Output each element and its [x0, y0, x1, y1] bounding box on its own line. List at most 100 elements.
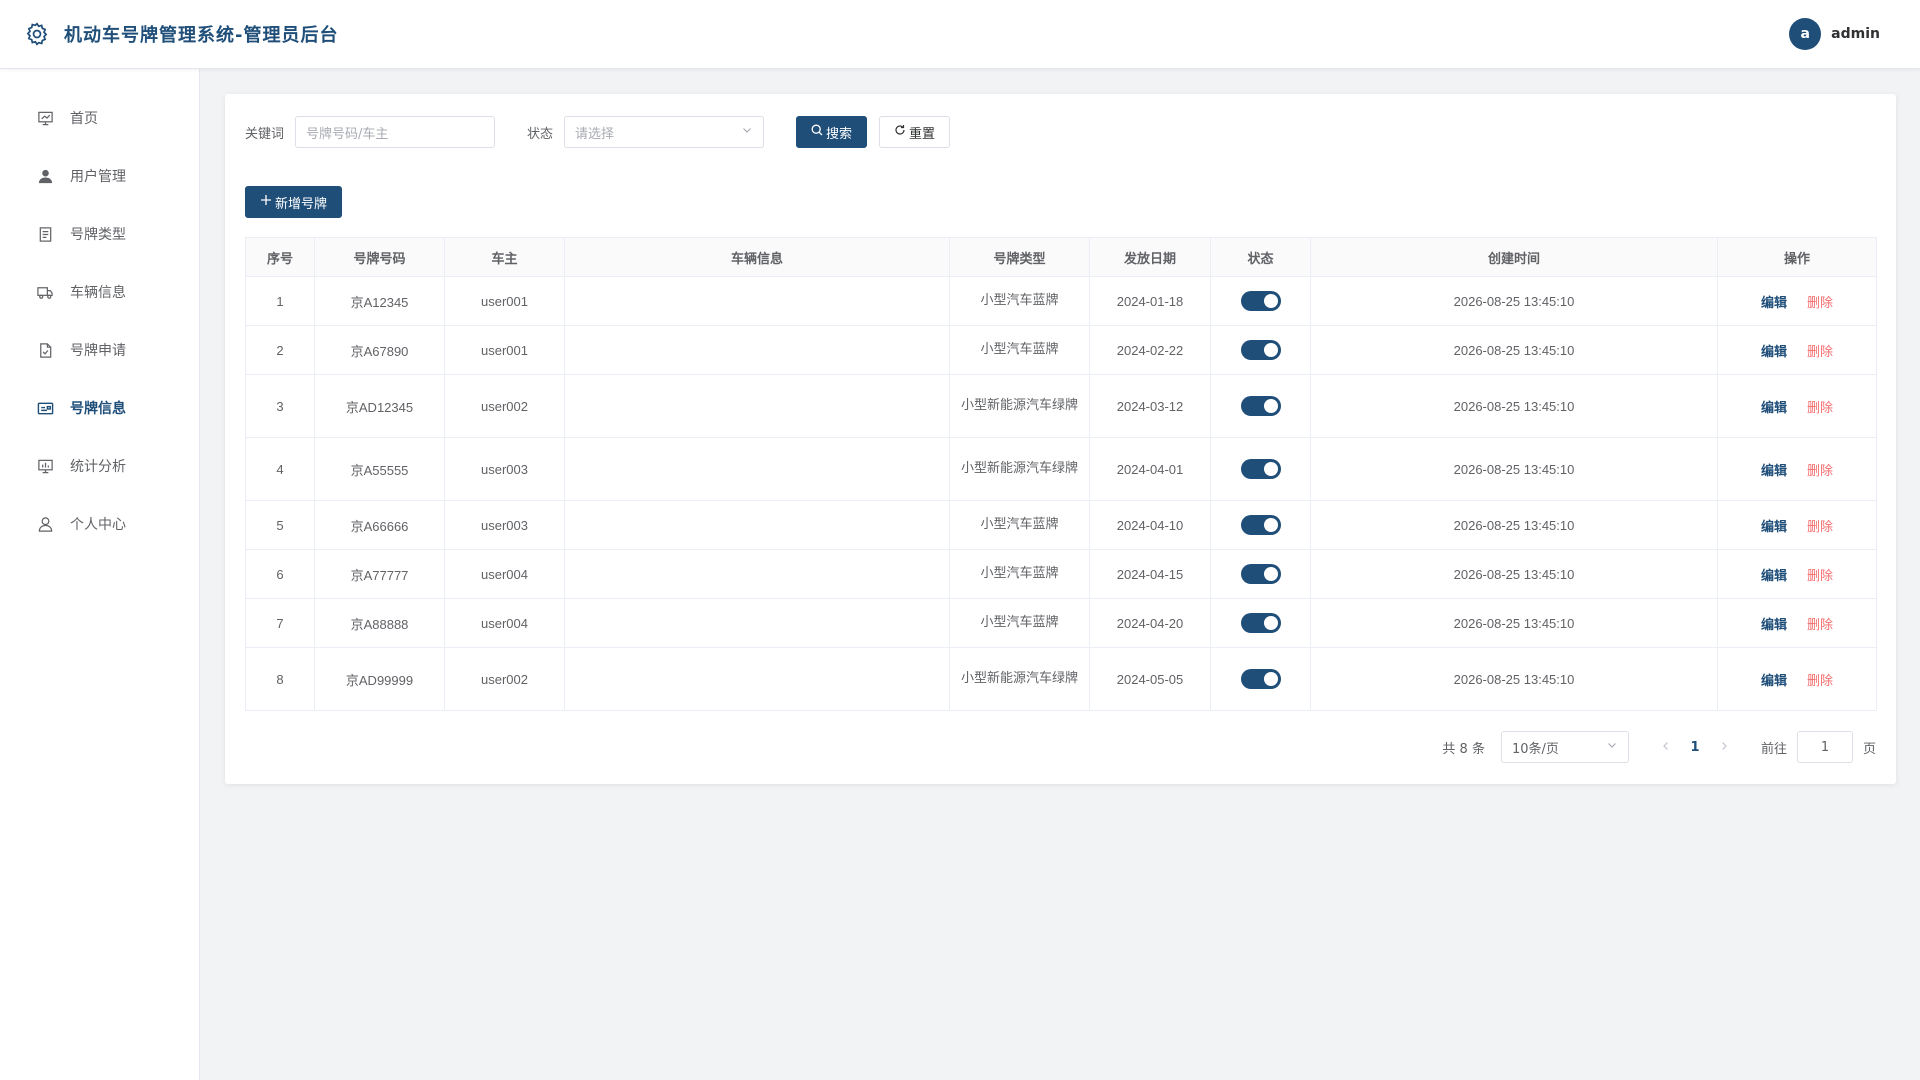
- cell-status: [1210, 549, 1311, 599]
- column-header: 创建时间: [1310, 237, 1718, 277]
- status-toggle[interactable]: [1240, 459, 1281, 479]
- status-toggle[interactable]: [1240, 515, 1281, 535]
- cell-owner: user002: [444, 374, 565, 438]
- file-check-icon: [36, 341, 54, 359]
- table-row: 1 京A12345 user001 小型汽车蓝牌 2024-01-18 2026…: [245, 276, 1877, 326]
- add-plate-button[interactable]: 新增号牌: [245, 186, 343, 218]
- edit-button[interactable]: 编辑: [1761, 569, 1787, 584]
- toggle-knob: [1263, 399, 1278, 413]
- edit-button[interactable]: 编辑: [1761, 296, 1787, 311]
- sidebar-item-statistics[interactable]: 统计分析: [0, 437, 199, 495]
- sidebar-item-vehicles[interactable]: 车辆信息: [0, 263, 199, 321]
- page-number[interactable]: 1: [1679, 740, 1711, 755]
- delete-button[interactable]: 删除: [1807, 296, 1833, 311]
- cell-date: 2024-03-12: [1089, 374, 1211, 438]
- goto-page-input[interactable]: 1: [1796, 731, 1853, 763]
- gear-icon: [24, 21, 50, 47]
- cell-vehicle: [564, 276, 950, 326]
- edit-button[interactable]: 编辑: [1761, 618, 1787, 633]
- toggle-knob: [1263, 616, 1278, 630]
- edit-button[interactable]: 编辑: [1761, 674, 1787, 689]
- toggle-knob: [1263, 567, 1278, 581]
- document-icon: [36, 225, 54, 243]
- sidebar-item-plate-applications[interactable]: 号牌申请: [0, 321, 199, 379]
- status-toggle[interactable]: [1240, 564, 1281, 584]
- edit-button[interactable]: 编辑: [1761, 401, 1787, 416]
- edit-button[interactable]: 编辑: [1761, 345, 1787, 360]
- table-row: 2 京A67890 user001 小型汽车蓝牌 2024-02-22 2026…: [245, 325, 1877, 375]
- cell-index: 6: [245, 549, 315, 599]
- cell-created: 2026-08-25 13:45:10: [1310, 325, 1718, 375]
- cell-owner: user004: [444, 598, 565, 648]
- sidebar-item-plate-types[interactable]: 号牌类型: [0, 205, 199, 263]
- add-plate-button-label: 新增号牌: [275, 196, 328, 212]
- status-toggle[interactable]: [1240, 291, 1281, 311]
- cell-index: 1: [245, 276, 315, 326]
- cell-created: 2026-08-25 13:45:10: [1310, 598, 1718, 648]
- column-header: 号牌号码: [314, 237, 445, 277]
- plus-icon: [260, 194, 272, 210]
- search-button[interactable]: 搜索: [796, 116, 868, 148]
- column-header: 序号: [245, 237, 315, 277]
- sidebar-item-label: 首页: [70, 111, 98, 127]
- cell-owner: user004: [444, 549, 565, 599]
- table-header-row: 序号 号牌号码 车主 车辆信息 号牌类型 发放日期 状态 创建时间 操作: [245, 237, 1877, 277]
- cell-date: 2024-04-10: [1089, 500, 1211, 550]
- cell-date: 2024-04-15: [1089, 549, 1211, 599]
- username[interactable]: admin: [1831, 26, 1880, 42]
- cell-actions: 编辑 删除: [1717, 276, 1877, 326]
- cell-owner: user002: [444, 647, 565, 711]
- column-header: 车主: [444, 237, 565, 277]
- edit-button[interactable]: 编辑: [1761, 520, 1787, 535]
- reset-button[interactable]: 重置: [879, 116, 951, 148]
- reset-button-label: 重置: [909, 126, 936, 142]
- column-header: 号牌类型: [949, 237, 1090, 277]
- search-button-label: 搜索: [826, 126, 853, 142]
- next-page-button[interactable]: [1711, 740, 1737, 755]
- status-select[interactable]: 请选择: [564, 116, 765, 148]
- user-menu[interactable]: a admin: [1789, 18, 1880, 50]
- delete-button[interactable]: 删除: [1807, 618, 1833, 633]
- status-toggle[interactable]: [1240, 669, 1281, 689]
- cell-vehicle: [564, 374, 950, 438]
- cell-created: 2026-08-25 13:45:10: [1310, 374, 1718, 438]
- sidebar-item-label: 用户管理: [70, 169, 126, 185]
- sidebar-item-home[interactable]: 首页: [0, 89, 199, 147]
- edit-button[interactable]: 编辑: [1761, 464, 1787, 479]
- sidebar-item-profile[interactable]: 个人中心: [0, 495, 199, 553]
- status-toggle[interactable]: [1240, 396, 1281, 416]
- cell-status: [1210, 276, 1311, 326]
- sidebar-item-plate-info[interactable]: 号牌信息: [0, 379, 199, 437]
- cell-created: 2026-08-25 13:45:10: [1310, 549, 1718, 599]
- cell-status: [1210, 598, 1311, 648]
- card-icon: [36, 399, 54, 417]
- delete-button[interactable]: 删除: [1807, 674, 1833, 689]
- avatar[interactable]: a: [1789, 18, 1822, 50]
- cell-actions: 编辑 删除: [1717, 598, 1877, 648]
- page-size-select[interactable]: 10条/页: [1500, 731, 1629, 763]
- cell-type: 小型新能源汽车绿牌: [949, 647, 1090, 711]
- delete-button[interactable]: 删除: [1807, 464, 1833, 479]
- delete-button[interactable]: 删除: [1807, 520, 1833, 535]
- sidebar-item-users[interactable]: 用户管理: [0, 147, 199, 205]
- column-header: 车辆信息: [564, 237, 950, 277]
- cell-date: 2024-04-01: [1089, 437, 1211, 501]
- delete-button[interactable]: 删除: [1807, 569, 1833, 584]
- keyword-input[interactable]: 号牌号码/车主: [295, 116, 496, 148]
- status-toggle[interactable]: [1240, 340, 1281, 360]
- cell-index: 5: [245, 500, 315, 550]
- user-icon: [36, 167, 54, 185]
- cell-status: [1210, 437, 1311, 501]
- cell-type: 小型汽车蓝牌: [949, 549, 1090, 599]
- cell-owner: user001: [444, 325, 565, 375]
- cell-index: 4: [245, 437, 315, 501]
- status-toggle[interactable]: [1240, 613, 1281, 633]
- chevron-right-icon: [1722, 741, 1727, 750]
- cell-vehicle: [564, 647, 950, 711]
- delete-button[interactable]: 删除: [1807, 345, 1833, 360]
- table-row: 7 京A88888 user004 小型汽车蓝牌 2024-04-20 2026…: [245, 598, 1877, 648]
- prev-page-button[interactable]: [1653, 740, 1679, 755]
- delete-button[interactable]: 删除: [1807, 401, 1833, 416]
- cell-index: 7: [245, 598, 315, 648]
- chevron-left-icon: [1663, 741, 1668, 750]
